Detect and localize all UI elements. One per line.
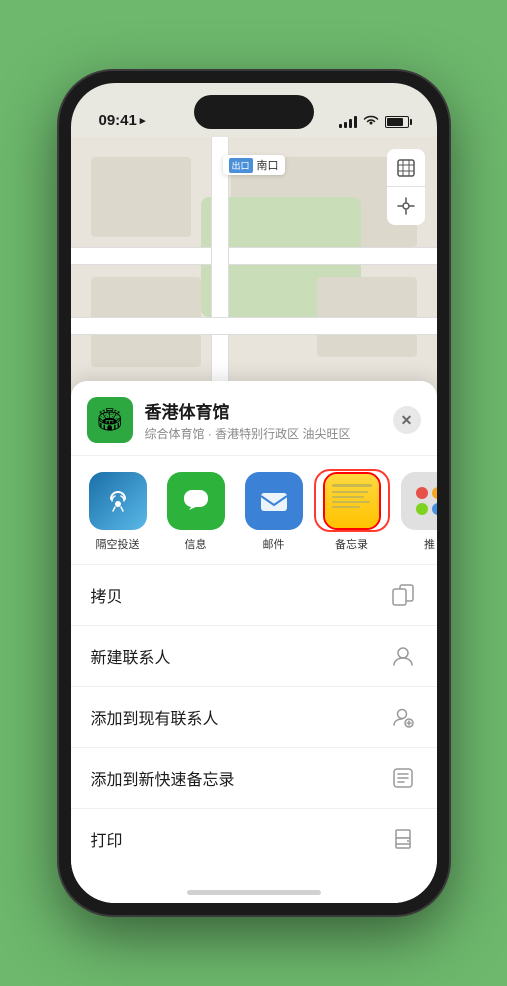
- quick-note-icon: [389, 764, 417, 792]
- share-app-mail[interactable]: 邮件: [239, 472, 309, 552]
- venue-icon: 🏟: [87, 397, 133, 443]
- messages-label: 信息: [185, 536, 207, 552]
- battery-icon: [385, 116, 409, 128]
- action-list: 拷贝 新建联系人: [71, 565, 437, 869]
- map-controls: [387, 149, 425, 225]
- phone-frame: 09:41 ▸: [59, 71, 449, 915]
- venue-info: 香港体育馆 综合体育馆 · 香港特别行政区 油尖旺区: [145, 398, 393, 442]
- new-contact-icon: [389, 642, 417, 670]
- time-display: 09:41: [99, 112, 137, 129]
- action-copy[interactable]: 拷贝: [71, 565, 437, 626]
- action-print[interactable]: 打印: [71, 809, 437, 869]
- action-new-contact-label: 新建联系人: [91, 644, 171, 668]
- share-app-notes[interactable]: 备忘录: [317, 472, 387, 552]
- more-apps-icon: [401, 472, 437, 530]
- action-add-quick-note-label: 添加到新快速备忘录: [91, 766, 235, 790]
- apps-scroll: 隔空投送 信息: [83, 472, 425, 552]
- share-app-airdrop[interactable]: 隔空投送: [83, 472, 153, 552]
- map-location-label: 出口 南口: [222, 155, 284, 175]
- mail-label: 邮件: [263, 536, 285, 552]
- notes-label: 备忘录: [335, 536, 368, 552]
- home-indicator: [71, 869, 437, 903]
- share-app-more[interactable]: 推: [395, 472, 437, 552]
- close-button[interactable]: ✕: [393, 406, 421, 434]
- venue-name: 香港体育馆: [145, 398, 393, 423]
- dynamic-island: [194, 95, 314, 129]
- wifi-icon: [363, 114, 379, 129]
- messages-icon: [167, 472, 225, 530]
- action-new-contact[interactable]: 新建联系人: [71, 626, 437, 687]
- action-add-quick-note[interactable]: 添加到新快速备忘录: [71, 748, 437, 809]
- sheet-header: 🏟 香港体育馆 综合体育馆 · 香港特别行政区 油尖旺区 ✕: [71, 381, 437, 456]
- share-app-messages[interactable]: 信息: [161, 472, 231, 552]
- airdrop-icon: [89, 472, 147, 530]
- action-copy-label: 拷贝: [91, 583, 123, 607]
- venue-subtitle: 综合体育馆 · 香港特别行政区 油尖旺区: [145, 425, 393, 442]
- location-button[interactable]: [387, 187, 425, 225]
- add-existing-contact-icon: [389, 703, 417, 731]
- bottom-sheet: 🏟 香港体育馆 综合体育馆 · 香港特别行政区 油尖旺区 ✕: [71, 381, 437, 903]
- airdrop-label: 隔空投送: [96, 536, 140, 552]
- action-print-label: 打印: [91, 827, 123, 851]
- status-icons: [339, 114, 409, 129]
- home-bar: [187, 890, 321, 895]
- signal-bars-icon: [339, 116, 357, 128]
- map-label-badge: 出口: [228, 158, 252, 173]
- map-label-text: 南口: [257, 157, 279, 173]
- map-type-button[interactable]: [387, 149, 425, 187]
- more-label: 推: [424, 536, 435, 552]
- mail-icon: [245, 472, 303, 530]
- action-add-existing-label: 添加到现有联系人: [91, 705, 219, 729]
- notes-icon: [323, 472, 381, 530]
- phone-screen: 09:41 ▸: [71, 83, 437, 903]
- share-apps-row: 隔空投送 信息: [71, 456, 437, 565]
- status-time: 09:41 ▸: [99, 112, 146, 129]
- location-arrow-icon: ▸: [140, 114, 146, 127]
- action-add-existing-contact[interactable]: 添加到现有联系人: [71, 687, 437, 748]
- copy-icon: [389, 581, 417, 609]
- print-icon: [389, 825, 417, 853]
